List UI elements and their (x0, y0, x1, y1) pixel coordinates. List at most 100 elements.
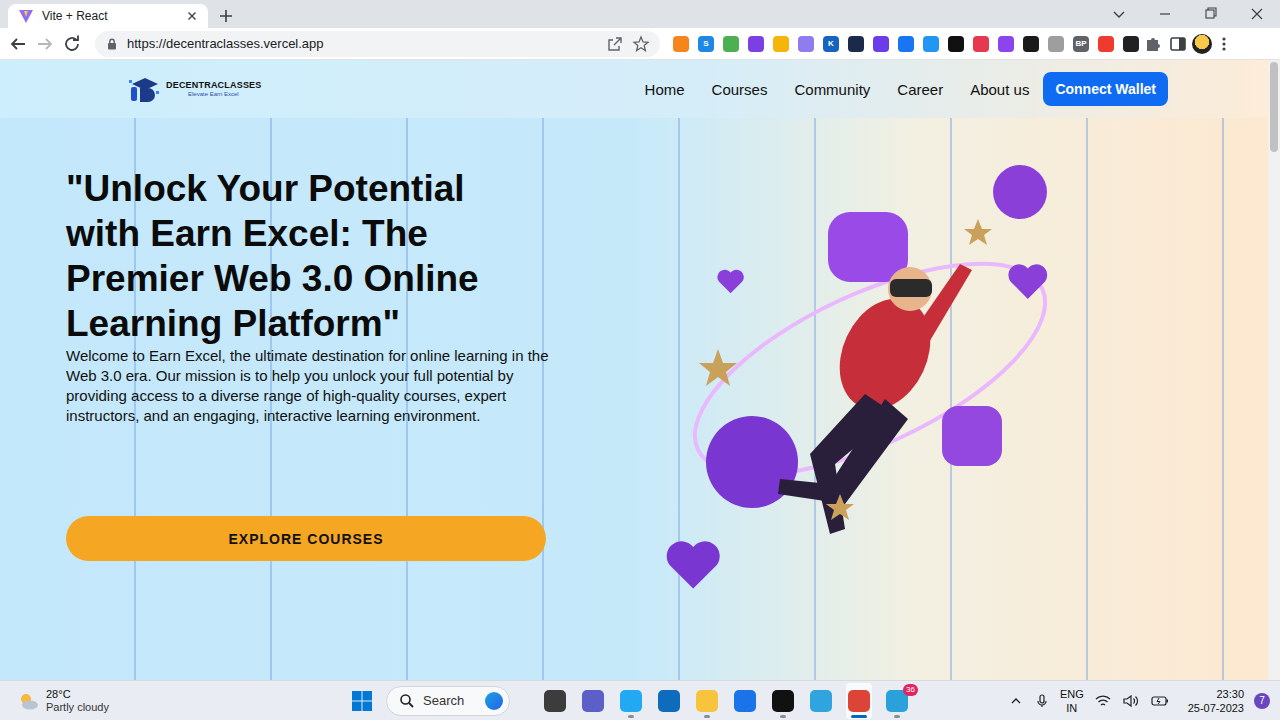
battery-icon[interactable] (1150, 693, 1170, 709)
extension-label: K (828, 40, 834, 48)
minimize-icon[interactable] (1142, 0, 1188, 28)
extension-icon[interactable] (923, 36, 939, 52)
taskbar: 28°CPartly cloudy Search 36 ENGIN 23:3025-07… (0, 680, 1280, 720)
extension-icon[interactable] (773, 36, 789, 52)
date: 25-07-2023 (1188, 701, 1244, 715)
notification-badge[interactable]: 7 (1254, 693, 1270, 709)
extension-icon[interactable]: K (823, 36, 839, 52)
weather-text: 28°CPartly cloudy (46, 688, 109, 714)
windows-start-icon[interactable] (350, 689, 374, 713)
wifi-icon[interactable] (1094, 693, 1112, 709)
nav-link[interactable]: About us (970, 81, 1029, 98)
extension-icon[interactable] (998, 36, 1014, 52)
profile-avatar-icon[interactable] (1192, 34, 1212, 54)
close-window-icon[interactable] (1234, 0, 1280, 28)
app-icon (810, 690, 832, 712)
tab-title: Vite + React (42, 9, 176, 23)
explore-courses-button[interactable]: EXPLORE COURSES (66, 516, 546, 561)
taskbar-app[interactable] (542, 683, 568, 719)
extension-icon[interactable]: BP (1073, 36, 1089, 52)
taskbar-app[interactable] (656, 683, 682, 719)
region: IN (1066, 701, 1077, 715)
maximize-icon[interactable] (1188, 0, 1234, 28)
address-text[interactable]: https://decentraclasses.vercel.app (127, 36, 324, 51)
address-bar[interactable]: https://decentraclasses.vercel.app (95, 31, 660, 57)
taskbar-search[interactable]: Search (386, 686, 510, 716)
extension-icon[interactable] (1023, 36, 1039, 52)
viewport: DECENTRACLASSESElevate Earn Excel Home Cou… (0, 60, 1280, 680)
hero-illustration (660, 154, 1080, 594)
extension-icon[interactable] (673, 36, 689, 52)
logo-mark-icon (128, 75, 162, 103)
scrollbar[interactable] (1268, 60, 1280, 680)
extension-icon[interactable] (1123, 36, 1139, 52)
clock[interactable]: 23:3025-07-2023 (1188, 687, 1244, 715)
vite-icon (18, 8, 34, 24)
extensions: S K BP (673, 36, 1139, 52)
taskbar-apps: Search 36 (350, 683, 910, 719)
page: DECENTRACLASSESElevate Earn Excel Home Cou… (0, 60, 1268, 680)
share-icon[interactable] (606, 35, 624, 53)
logo-text: DECENTRACLASSESElevate Earn Excel (166, 81, 262, 97)
reload-icon[interactable] (60, 32, 84, 56)
tab-search-icon[interactable] (1096, 0, 1142, 28)
extension-icon[interactable] (873, 36, 889, 52)
bing-icon[interactable] (485, 692, 503, 710)
chevron-up-icon[interactable] (1008, 693, 1024, 709)
bookmark-star-icon[interactable] (632, 35, 650, 53)
back-icon[interactable] (6, 32, 30, 56)
microphone-icon[interactable] (1034, 693, 1050, 709)
volume-icon[interactable] (1122, 693, 1140, 709)
system-tray: ENGIN 23:3025-07-2023 7 (1008, 687, 1270, 715)
taskbar-app[interactable] (694, 683, 720, 719)
nav-link[interactable]: Community (794, 81, 870, 98)
taskbar-app[interactable] (732, 683, 758, 719)
hero-image (566, 118, 1268, 680)
weather-widget[interactable]: 28°CPartly cloudy (16, 688, 350, 714)
app-icon (620, 690, 642, 712)
extension-icon[interactable] (973, 36, 989, 52)
app-icon (544, 690, 566, 712)
close-icon[interactable] (184, 8, 200, 24)
weather-condition: Partly cloudy (46, 701, 109, 714)
puzzle-icon[interactable] (1142, 33, 1164, 55)
extension-icon[interactable]: S (698, 36, 714, 52)
scrollbar-thumb[interactable] (1270, 62, 1278, 152)
extension-icon[interactable] (898, 36, 914, 52)
taskbar-app[interactable] (618, 683, 644, 719)
taskbar-app[interactable] (846, 683, 872, 719)
extension-icon[interactable] (748, 36, 764, 52)
language-indicator[interactable]: ENGIN (1060, 687, 1084, 715)
connect-wallet-button[interactable]: Connect Wallet (1043, 72, 1168, 106)
running-indicator (894, 715, 900, 718)
extension-icon[interactable] (1098, 36, 1114, 52)
nav-link[interactable]: Career (897, 81, 943, 98)
menu-icon[interactable] (1215, 33, 1233, 55)
extension-icon[interactable] (723, 36, 739, 52)
new-tab-icon[interactable] (216, 6, 236, 26)
extension-icon[interactable] (848, 36, 864, 52)
taskbar-app[interactable] (580, 683, 606, 719)
window-controls (1096, 0, 1280, 28)
running-indicator (851, 715, 867, 718)
hero-text: "Unlock Your Potential with Earn Excel: … (0, 118, 566, 680)
extension-icon[interactable] (948, 36, 964, 52)
taskbar-app[interactable] (808, 683, 834, 719)
extension-icon[interactable] (1048, 36, 1064, 52)
nav-link[interactable]: Home (645, 81, 685, 98)
weather-icon (16, 689, 40, 713)
search-placeholder: Search (423, 693, 464, 708)
logo[interactable]: DECENTRACLASSESElevate Earn Excel (128, 75, 262, 103)
browser-tab[interactable]: Vite + React (8, 4, 208, 28)
side-panel-icon[interactable] (1167, 33, 1189, 55)
extension-label: S (703, 40, 708, 48)
taskbar-app[interactable]: 36 (884, 683, 910, 719)
running-indicator (628, 715, 634, 718)
toolbar: https://decentraclasses.vercel.app S K BP (0, 28, 1280, 60)
lock-icon[interactable] (105, 37, 119, 51)
running-indicator (704, 715, 710, 718)
taskbar-app[interactable] (770, 683, 796, 719)
language: ENG (1060, 687, 1084, 701)
extension-icon[interactable] (798, 36, 814, 52)
nav-link[interactable]: Courses (712, 81, 768, 98)
